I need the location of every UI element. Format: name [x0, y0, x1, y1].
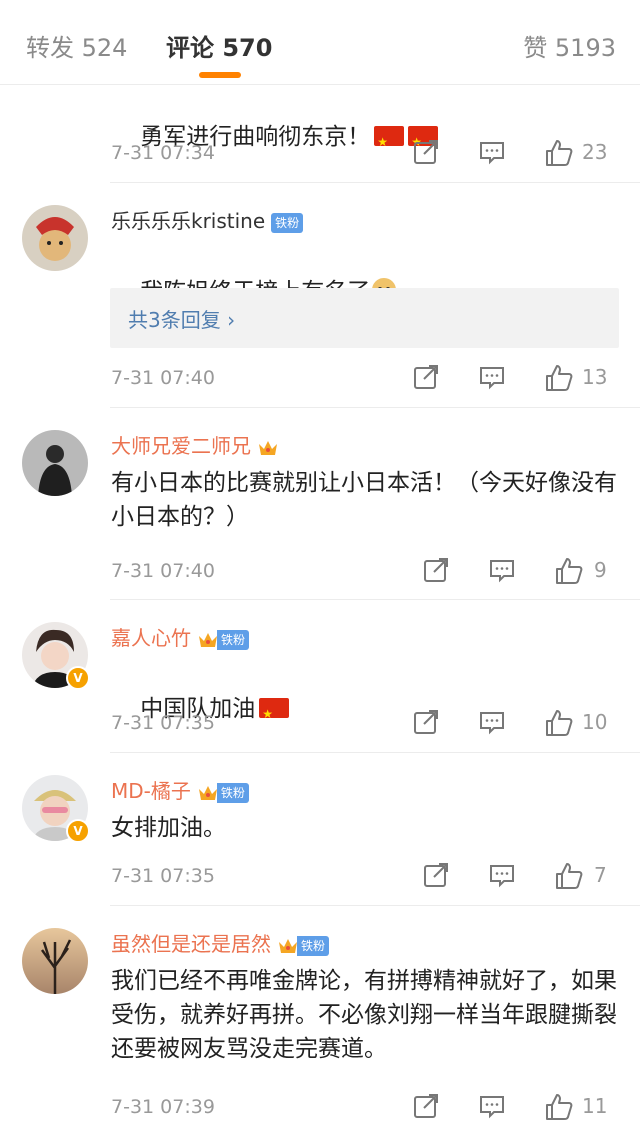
- like-button[interactable]: [544, 363, 574, 393]
- comment-time: 7-31 07:35: [111, 865, 215, 887]
- fan-badge: 铁粉: [297, 935, 330, 956]
- crown-icon: [199, 632, 217, 647]
- like-button[interactable]: [554, 556, 584, 586]
- comment-actions: 13: [412, 363, 618, 393]
- flag-china-emoji: [259, 697, 290, 731]
- comment-time: 7-31 07:39: [111, 1096, 215, 1118]
- avatar[interactable]: [22, 928, 88, 994]
- comment-item: 虽然但是还是居然 铁粉 我们已经不再唯金牌论，有拼搏精神就好了，如果受伤，就养好再…: [0, 906, 640, 1147]
- share-icon[interactable]: [422, 861, 450, 891]
- comment-item: V 嘉人心竹铁粉 中国队加油 7-31 07:35 10: [0, 600, 640, 752]
- share-icon[interactable]: [422, 556, 450, 586]
- comment-actions: 7: [422, 861, 618, 891]
- active-tab-indicator: [199, 72, 241, 78]
- comment-text: 我们已经不再唯金牌论，有拼搏精神就好了，如果受伤，就养好再拼。不必像刘翔一样当年…: [111, 968, 617, 1062]
- comment-time: 7-31 07:35: [111, 712, 215, 734]
- tab-likes[interactable]: 赞 5193: [523, 28, 616, 63]
- fan-badge: 铁粉: [216, 782, 249, 803]
- share-icon[interactable]: [412, 363, 440, 393]
- comment-time: 7-31 07:40: [111, 367, 215, 389]
- crown-icon: [198, 785, 217, 800]
- avatar[interactable]: [22, 430, 88, 496]
- verified-icon: V: [66, 819, 90, 843]
- comment-icon[interactable]: [488, 861, 516, 891]
- comment-item: 大师兄爱二师兄 有小日本的比赛就别让小日本活！（今天好像没有小日本的？） 7-3…: [0, 408, 640, 599]
- comment-item: 勇军进行曲响彻东京！ 7-31 07:34 23: [0, 84, 640, 182]
- like-count: 9: [594, 558, 607, 582]
- like-count: 11: [582, 1094, 608, 1118]
- username[interactable]: 乐乐乐乐kristine: [111, 209, 265, 233]
- comment-text: 女排加油。: [111, 815, 226, 841]
- like-count: 13: [582, 365, 608, 389]
- comment-item: V MD-橘子 铁粉 女排加油。 7-31 07:35 7: [0, 753, 640, 905]
- like-count: 7: [594, 863, 607, 887]
- comment-tabs: 转发 524 评论 570 赞 5193: [0, 0, 640, 85]
- comment-icon[interactable]: [478, 363, 506, 393]
- like-button[interactable]: [544, 138, 574, 168]
- fan-badge: 铁粉: [271, 212, 304, 233]
- comment-actions: 9: [422, 556, 618, 586]
- comment-actions: 23: [412, 138, 618, 168]
- crown-icon: [259, 440, 277, 455]
- like-count: 23: [582, 140, 608, 164]
- view-replies-button[interactable]: 共3条回复 ›: [110, 288, 619, 348]
- username[interactable]: 虽然但是还是居然: [111, 932, 271, 956]
- comment-time: 7-31 07:40: [111, 560, 215, 582]
- like-button[interactable]: [554, 861, 584, 891]
- flag-china-emoji: [374, 125, 405, 159]
- comment-time: 7-31 07:34: [111, 142, 215, 164]
- crown-icon: [279, 938, 297, 953]
- comment-actions: 10: [412, 708, 618, 738]
- comment-text: 有小日本的比赛就别让小日本活！（今天好像没有小日本的？）: [111, 470, 617, 530]
- share-icon[interactable]: [412, 1092, 440, 1122]
- comment-icon[interactable]: [478, 1092, 506, 1122]
- comment-actions: 11: [412, 1092, 618, 1122]
- username[interactable]: MD-橘子: [111, 779, 191, 803]
- verified-icon: V: [66, 666, 90, 690]
- comment-item: 乐乐乐乐kristine铁粉 我陈姐终于榜上有名了 共3条回复 › 7-31 0…: [0, 183, 640, 407]
- username[interactable]: 嘉人心竹: [111, 626, 191, 650]
- like-button[interactable]: [544, 1092, 574, 1122]
- username[interactable]: 大师兄爱二师兄: [111, 434, 251, 458]
- like-button[interactable]: [544, 708, 574, 738]
- like-count: 10: [582, 710, 608, 734]
- share-icon[interactable]: [412, 138, 440, 168]
- comment-icon[interactable]: [478, 138, 506, 168]
- comment-icon[interactable]: [478, 708, 506, 738]
- avatar[interactable]: [22, 205, 88, 271]
- share-icon[interactable]: [412, 708, 440, 738]
- fan-badge: 铁粉: [217, 629, 250, 650]
- comment-icon[interactable]: [488, 556, 516, 586]
- replies-label: 共3条回复 ›: [128, 308, 236, 332]
- tab-reposts[interactable]: 转发 524: [26, 28, 127, 63]
